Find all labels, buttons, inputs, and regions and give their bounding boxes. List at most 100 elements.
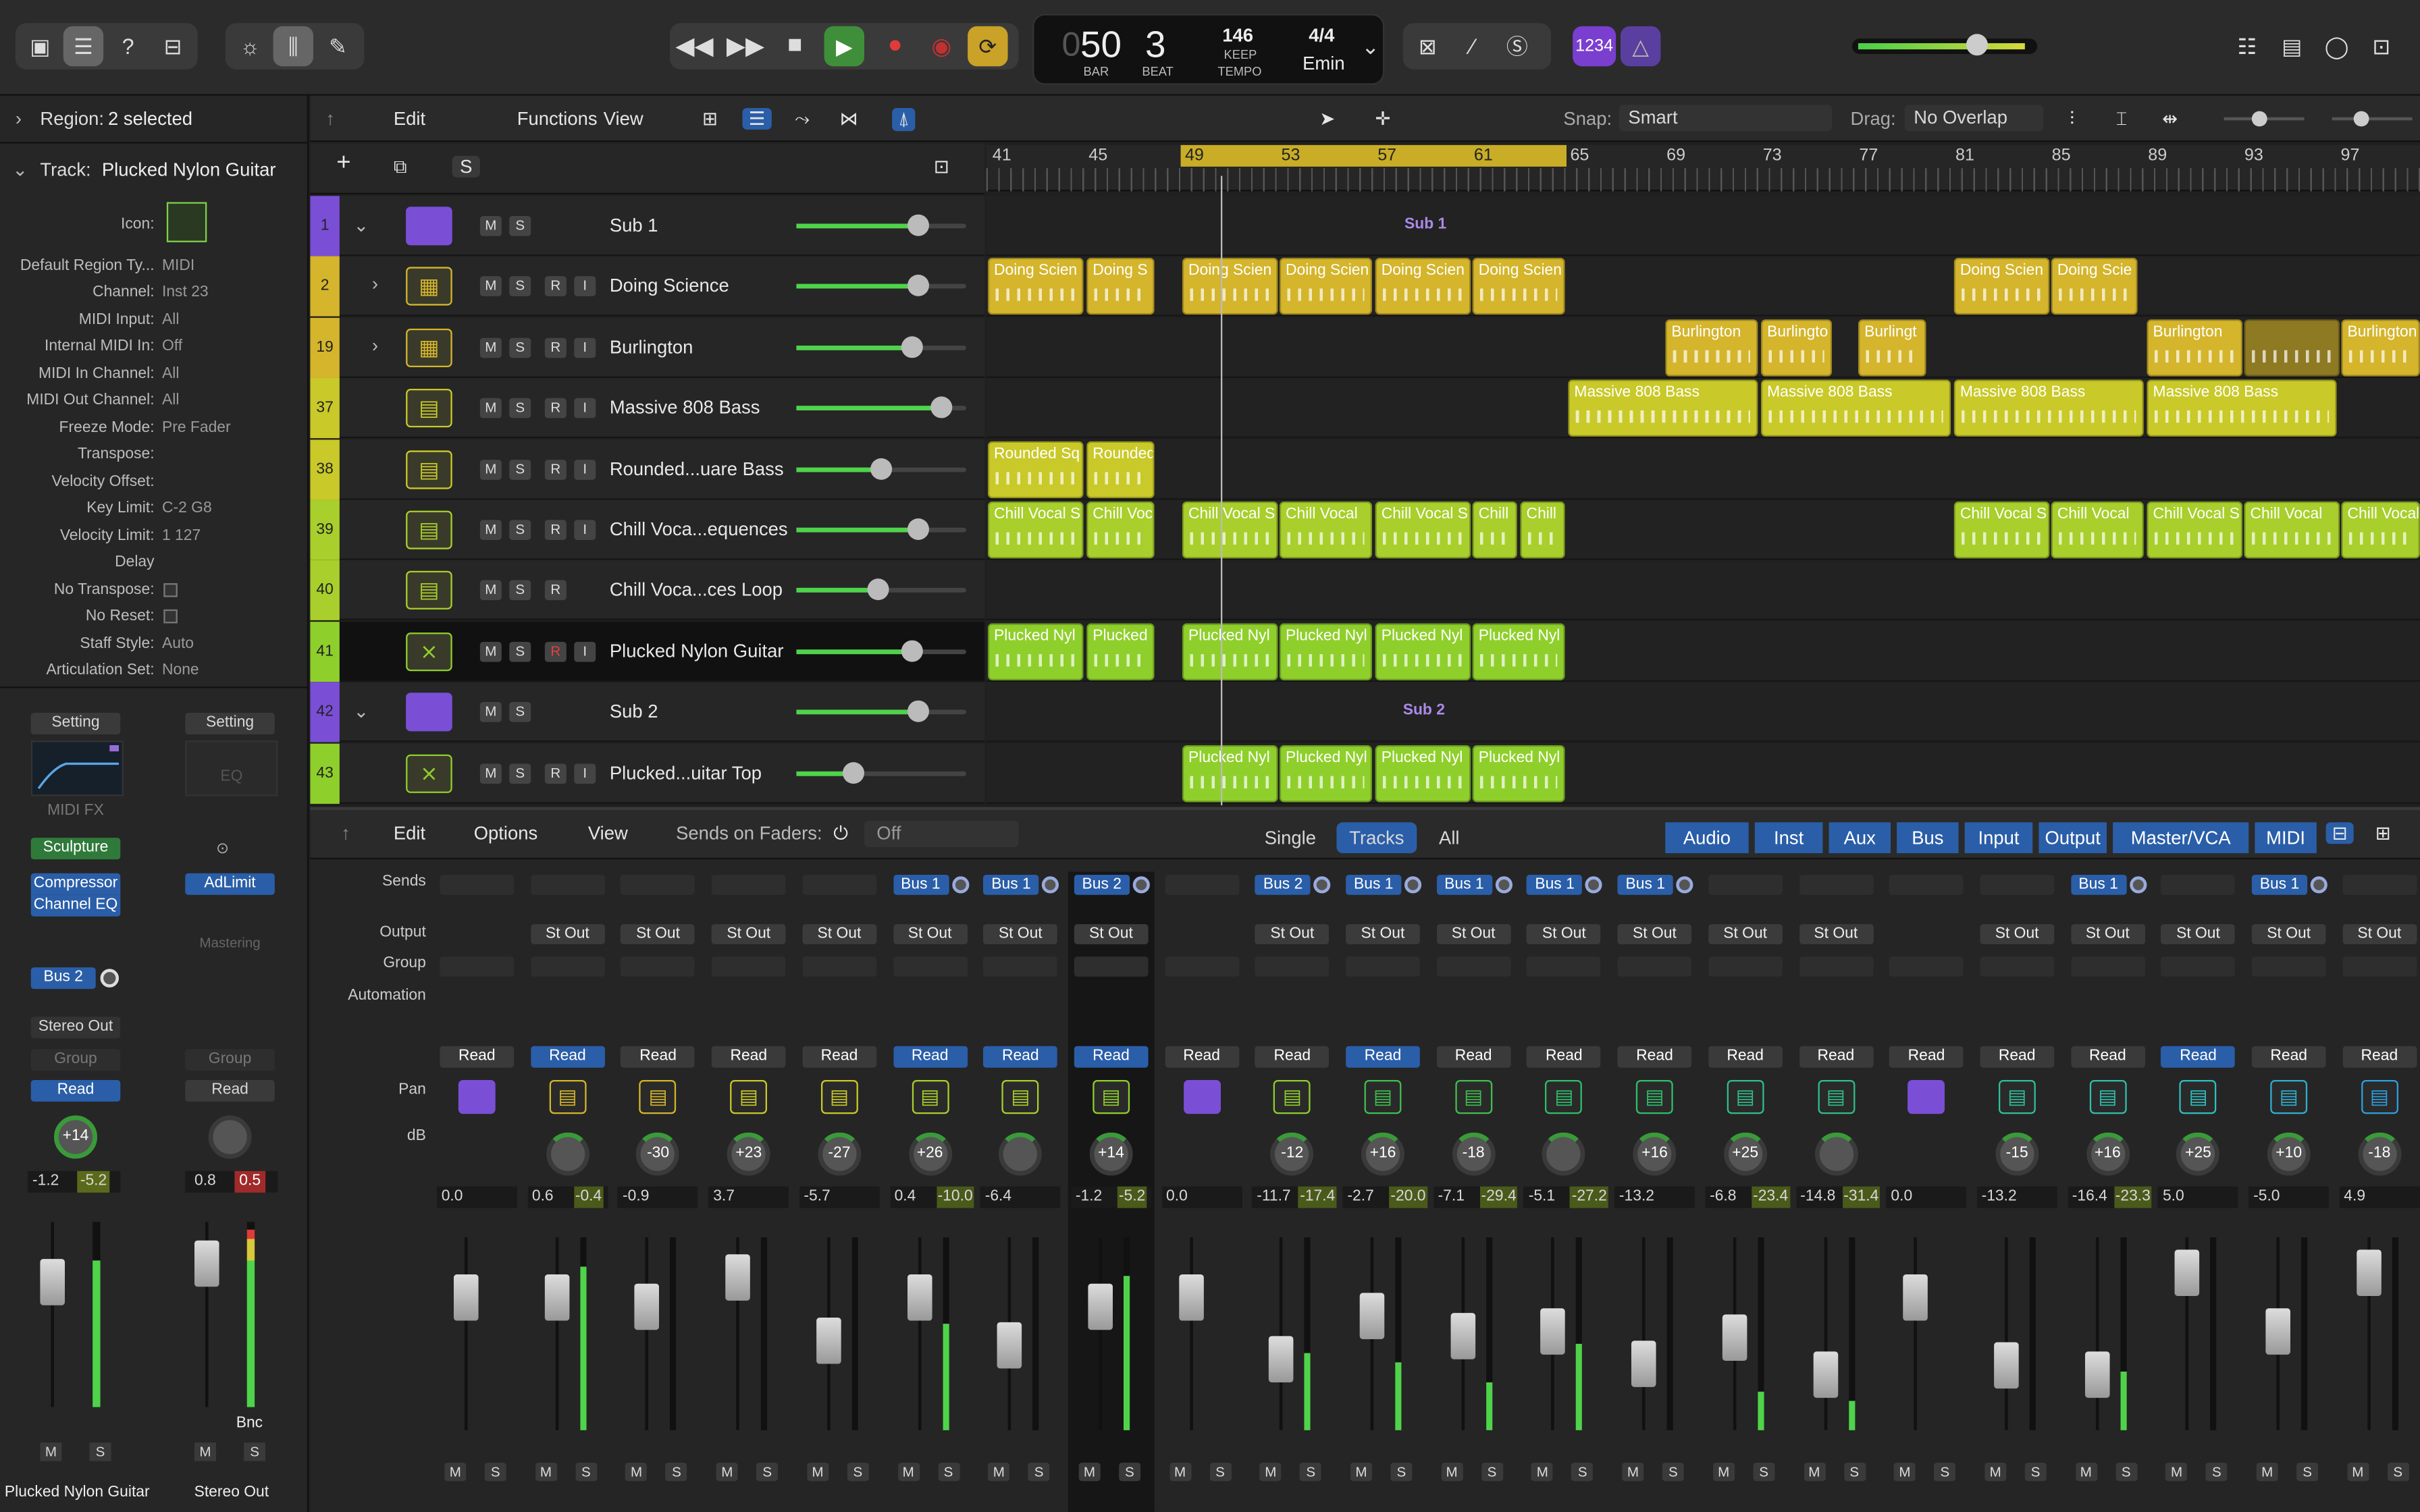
track-header[interactable]: 41 ⨯ M S R I Plucked Nylon Guitar bbox=[310, 621, 985, 682]
automation-mode[interactable]: Read bbox=[983, 1046, 1058, 1068]
send-slot[interactable]: Bus 1 bbox=[1617, 874, 1673, 895]
output-slot[interactable]: St Out bbox=[1074, 924, 1149, 944]
mixer-options-menu[interactable]: Options bbox=[474, 822, 538, 844]
track-name[interactable]: Plucked...uitar Top bbox=[610, 761, 762, 783]
mute-button[interactable]: M bbox=[1893, 1462, 1916, 1482]
track-volume-slider[interactable] bbox=[796, 396, 966, 418]
region[interactable] bbox=[2244, 319, 2340, 377]
output-slot[interactable]: St Out bbox=[530, 924, 605, 944]
editors-icon[interactable]: ✎ bbox=[318, 26, 358, 66]
send-level-knob[interactable] bbox=[2129, 876, 2147, 894]
solo-button[interactable]: S bbox=[509, 580, 531, 601]
region[interactable]: Plucked Nyl bbox=[1375, 622, 1471, 680]
solo-button[interactable]: S bbox=[509, 215, 531, 236]
list-editors-icon[interactable]: ☷ bbox=[2227, 26, 2267, 66]
region[interactable]: Doing Scie bbox=[2051, 258, 2138, 316]
inspector-icon[interactable]: ☰ bbox=[63, 26, 104, 67]
cycle-region[interactable] bbox=[1180, 144, 1567, 167]
volume-fader[interactable] bbox=[1269, 1336, 1294, 1382]
automation-mode[interactable]: Read bbox=[2342, 1046, 2417, 1068]
filter-button[interactable]: Audio bbox=[1665, 822, 1749, 853]
checkbox[interactable] bbox=[163, 583, 178, 597]
region[interactable]: Doing Scien bbox=[1472, 258, 1565, 316]
pan-knob[interactable]: -12 bbox=[1270, 1132, 1314, 1176]
audio-fx-slot-1[interactable]: Compressor bbox=[30, 873, 121, 895]
region[interactable]: Rounded Sq bbox=[987, 440, 1084, 498]
mixer-edit-menu[interactable]: Edit bbox=[394, 822, 425, 844]
filter-button[interactable]: Inst bbox=[1754, 822, 1823, 853]
metronome-icon[interactable]: ⁄ bbox=[1452, 26, 1492, 66]
filter-button[interactable]: Output bbox=[2038, 822, 2107, 853]
track-volume-slider[interactable] bbox=[796, 335, 966, 358]
solo-button[interactable]: S bbox=[1753, 1462, 1775, 1482]
mute-button[interactable]: M bbox=[1441, 1462, 1463, 1482]
waveform-icon[interactable]: ⧙ bbox=[406, 693, 452, 732]
group-slot[interactable] bbox=[1436, 956, 1510, 977]
library-icon[interactable]: ▣ bbox=[20, 26, 60, 66]
mute-button[interactable]: M bbox=[897, 1462, 920, 1482]
param-value[interactable]: All bbox=[162, 307, 179, 333]
region[interactable]: Rounded bbox=[1086, 440, 1155, 498]
pan-knob[interactable]: +10 bbox=[2267, 1132, 2311, 1176]
automation-icon[interactable]: ⤳ bbox=[795, 108, 810, 131]
setting-button-1[interactable]: Setting bbox=[30, 712, 121, 734]
output-slot[interactable]: St Out bbox=[2161, 924, 2236, 944]
instrument-slot[interactable]: Sculpture bbox=[30, 838, 121, 860]
region[interactable]: Doing S bbox=[1086, 258, 1155, 316]
solo-button[interactable]: S bbox=[575, 1462, 597, 1482]
output-slot[interactable]: St Out bbox=[983, 924, 1058, 944]
keyboard-icon[interactable]: ▤ bbox=[406, 450, 452, 489]
filter-button[interactable]: Input bbox=[1964, 822, 2033, 853]
region[interactable]: Chill Vocal bbox=[1279, 501, 1372, 559]
volume-fader[interactable] bbox=[2084, 1351, 2109, 1398]
automation-mode[interactable]: Read bbox=[1980, 1046, 2055, 1068]
mute-button[interactable]: M bbox=[535, 1462, 557, 1482]
chevron-down-icon[interactable]: ⌄ bbox=[353, 215, 369, 236]
mute-button[interactable]: M bbox=[1078, 1462, 1101, 1482]
solo-button[interactable]: S bbox=[1028, 1462, 1050, 1482]
audio-fx-slot-2[interactable]: Channel EQ bbox=[30, 894, 121, 917]
volume-fader[interactable] bbox=[544, 1274, 569, 1321]
region[interactable]: Burlingto bbox=[1760, 319, 1833, 377]
solo-button[interactable]: S bbox=[1934, 1462, 1956, 1482]
track-lane[interactable] bbox=[986, 439, 2420, 500]
instrument-icon[interactable]: ▤ bbox=[1545, 1079, 1583, 1114]
send-level-knob[interactable] bbox=[1495, 876, 1512, 894]
horizontal-zoom-slider[interactable] bbox=[2332, 111, 2413, 127]
region[interactable]: Massive 808 Bass bbox=[1953, 379, 2144, 437]
output-slot[interactable]: St Out bbox=[2070, 924, 2145, 944]
mute-button[interactable]: M bbox=[2165, 1462, 2188, 1482]
automation-mode[interactable]: Read bbox=[1074, 1046, 1149, 1068]
track-volume-slider[interactable] bbox=[796, 518, 966, 540]
group-slot[interactable] bbox=[1798, 956, 1873, 977]
drum-machine-icon[interactable]: ▦ bbox=[406, 267, 452, 306]
inspector-row[interactable]: Icon: bbox=[0, 211, 309, 238]
pan-knob[interactable]: +26 bbox=[908, 1132, 952, 1176]
list-view-icon[interactable]: ☰ bbox=[742, 107, 772, 130]
forward-icon[interactable]: ▶▶ bbox=[725, 26, 765, 66]
mute-button[interactable]: M bbox=[40, 1442, 62, 1461]
mute-button[interactable]: M bbox=[479, 520, 502, 540]
region[interactable]: Plucked Nyl bbox=[1375, 745, 1471, 802]
bounce-button[interactable]: Bnc bbox=[236, 1415, 273, 1435]
automation-mode[interactable]: Read bbox=[1617, 1046, 1692, 1068]
smart-controls-icon[interactable]: ☼ bbox=[230, 26, 270, 66]
playhead[interactable] bbox=[1220, 176, 1223, 806]
instrument-icon[interactable]: ▤ bbox=[730, 1079, 768, 1114]
track-header[interactable]: 40 ▤ M S R Chill Voca...ces Loop bbox=[310, 560, 985, 621]
track-name[interactable]: Burlington bbox=[610, 336, 693, 358]
tracks-view-button[interactable]: Tracks bbox=[1336, 822, 1417, 853]
automation-mode[interactable]: Read bbox=[1798, 1046, 1873, 1068]
record-enable-button[interactable]: R bbox=[544, 277, 567, 297]
narrow-strips-icon[interactable]: ⊟ bbox=[2325, 822, 2354, 844]
mute-button[interactable]: M bbox=[479, 338, 502, 358]
input-monitor-button[interactable]: I bbox=[574, 641, 596, 662]
region[interactable]: Doing Scien bbox=[1279, 258, 1372, 316]
inspector-row[interactable]: Articulation Set: None bbox=[0, 657, 309, 684]
track-icon-guitar[interactable] bbox=[166, 202, 207, 242]
record-enable-button[interactable]: R bbox=[544, 580, 567, 601]
functions-menu[interactable]: Functions bbox=[517, 108, 598, 130]
inspector-row[interactable]: Channel: Inst 23 bbox=[0, 279, 309, 306]
eq-thumbnail-2[interactable]: EQ bbox=[185, 740, 278, 796]
record-enable-button[interactable]: R bbox=[544, 459, 567, 479]
